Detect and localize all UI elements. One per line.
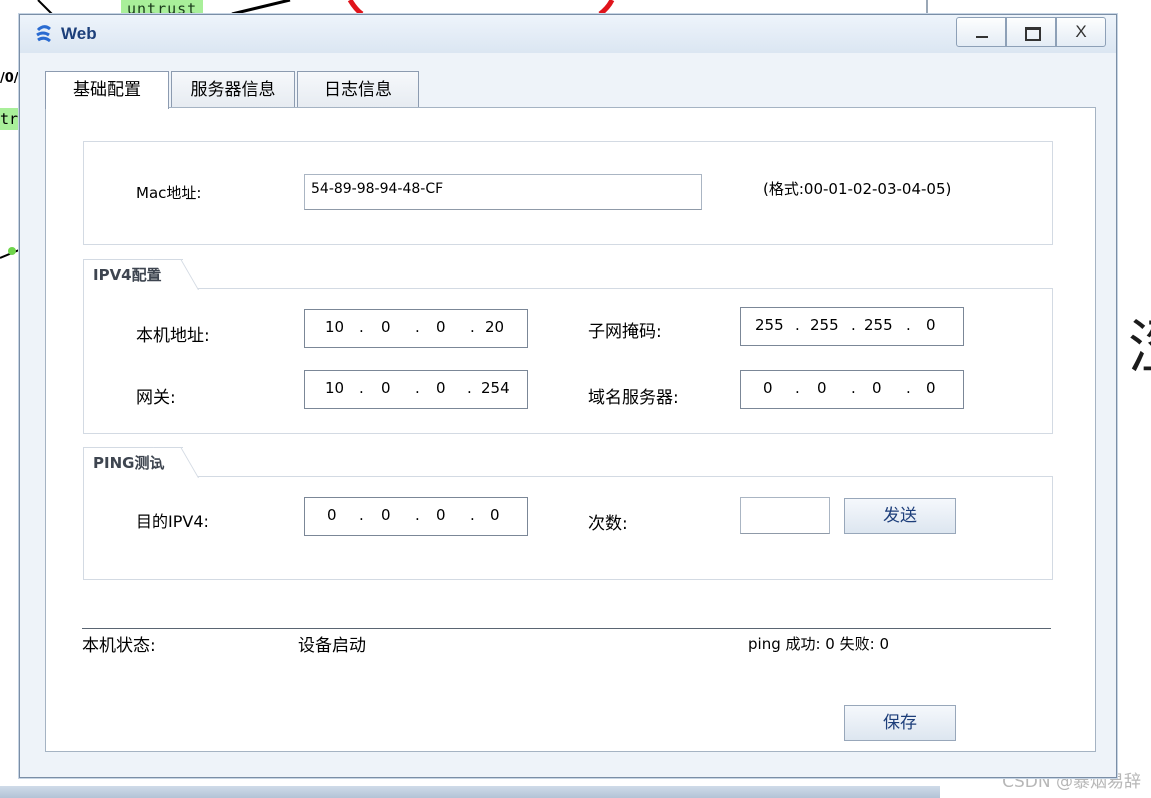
subnet-mask-label: 子网掩码: (588, 322, 662, 342)
local-address-ip-field[interactable]: 10 . 0 . 0 . 20 (304, 309, 528, 348)
local-address-label: 本机地址: (136, 326, 210, 346)
target-ipv4-ip-field[interactable]: 0 . 0 . 0 . 0 (304, 497, 528, 536)
ip-octet: 0 (381, 318, 391, 336)
device-status-label: 本机状态: (82, 636, 156, 656)
ip-octet: 0 (872, 379, 882, 397)
ip-octet: 0 (817, 379, 827, 397)
ip-octet: 0 (763, 379, 773, 397)
ip-octet: 10 (325, 318, 345, 336)
ip-dot: . (467, 379, 472, 397)
mac-address-field[interactable]: 54-89-98-94-48-CF (304, 174, 702, 210)
ip-octet: 20 (485, 318, 505, 336)
subnet-mask-ip-field[interactable]: 255 . 255 . 255 . 0 (740, 307, 964, 346)
ip-octet: 0 (436, 379, 446, 397)
ip-dot: . (795, 379, 800, 397)
ip-octet: 0 (327, 506, 337, 524)
app-icon (36, 25, 51, 43)
close-button[interactable]: X (1056, 17, 1106, 47)
web-config-window: Web X 基础配置 服务器信息 日志信息 Mac地址: 54-89-98-94… (19, 14, 1117, 778)
ip-octet: 0 (381, 379, 391, 397)
tab-log-info[interactable]: 日志信息 (297, 71, 419, 108)
ip-dot: . (851, 379, 856, 397)
device-status-value: 设备启动 (298, 636, 366, 656)
ping-group: PING测试 目的IPV4: 0 . 0 . 0 . 0 次数: 发送 (83, 447, 1053, 580)
ip-dot: . (359, 318, 364, 336)
send-button[interactable]: 发送 (844, 498, 956, 534)
tab-content-basic-config: Mac地址: 54-89-98-94-48-CF (格式:00-01-02-03… (45, 107, 1096, 752)
ip-octet: 0 (436, 506, 446, 524)
ip-dot: . (470, 318, 475, 336)
mac-label: Mac地址: (136, 184, 202, 202)
mac-group: Mac地址: 54-89-98-94-48-CF (格式:00-01-02-03… (83, 141, 1053, 245)
ip-octet: 0 (926, 316, 936, 334)
window-title: Web (61, 24, 97, 43)
ip-dot: . (415, 379, 420, 397)
background-glyph: 涩 (1128, 300, 1151, 384)
mac-format-hint: (格式:00-01-02-03-04-05) (763, 180, 952, 198)
title-bar[interactable]: Web X (20, 15, 1116, 53)
ip-octet: 255 (864, 316, 893, 334)
target-ipv4-label: 目的IPV4: (136, 512, 209, 531)
ip-dot: . (415, 318, 420, 336)
ip-dot: . (359, 506, 364, 524)
ip-dot: . (470, 506, 475, 524)
gateway-label: 网关: (136, 388, 176, 408)
ip-dot: . (851, 316, 856, 334)
ip-dot: . (359, 379, 364, 397)
ip-octet: 255 (755, 316, 784, 334)
ip-octet: 0 (436, 318, 446, 336)
ping-result-text: ping 成功: 0 失败: 0 (748, 635, 889, 653)
ip-dot: . (795, 316, 800, 334)
tab-basic-config[interactable]: 基础配置 (45, 71, 169, 109)
ip-octet: 255 (810, 316, 839, 334)
minimize-button[interactable] (956, 17, 1006, 47)
status-divider (82, 628, 1051, 629)
save-button[interactable]: 保存 (844, 705, 956, 741)
ip-octet: 0 (926, 379, 936, 397)
maximize-button[interactable] (1006, 17, 1056, 47)
ip-dot: . (906, 379, 911, 397)
ping-section-title: PING测试 (83, 447, 183, 477)
ping-count-label: 次数: (588, 514, 628, 534)
ping-count-field[interactable] (740, 497, 830, 534)
ip-octet: 254 (481, 379, 510, 397)
ipv4-group: IPV4配置 本机地址: 10 . 0 . 0 . 20 子网掩码: 255 .… (83, 259, 1053, 434)
background-bottom-bar (0, 786, 940, 798)
mac-address-value: 54-89-98-94-48-CF (311, 181, 444, 197)
ipv4-section-title: IPV4配置 (83, 259, 183, 289)
ip-octet: 10 (325, 379, 345, 397)
ip-octet: 0 (381, 506, 391, 524)
ip-dot: . (906, 316, 911, 334)
ip-octet: 0 (490, 506, 500, 524)
ip-dot: . (415, 506, 420, 524)
dns-server-ip-field[interactable]: 0 . 0 . 0 . 0 (740, 370, 964, 409)
tab-server-info[interactable]: 服务器信息 (171, 71, 295, 108)
dns-server-label: 域名服务器: (588, 388, 679, 408)
gateway-ip-field[interactable]: 10 . 0 . 0 . 254 (304, 370, 528, 409)
